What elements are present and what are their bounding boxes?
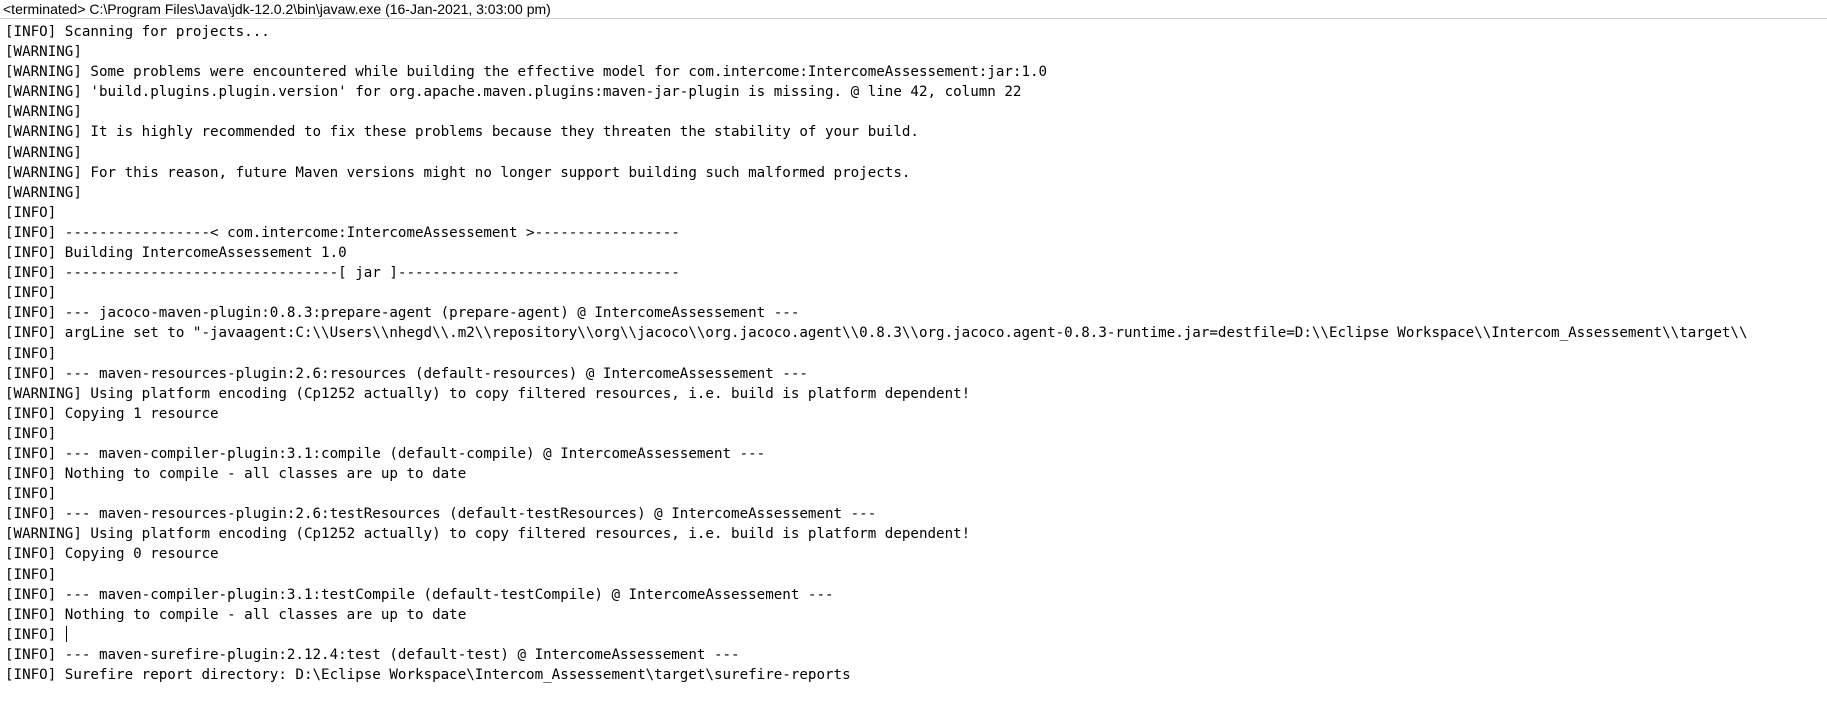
console-line-text: [WARNING] — [5, 184, 82, 201]
console-line: [INFO] Scanning for projects... — [5, 22, 1827, 42]
console-line: [INFO] Surefire report directory: D:\Ecl… — [5, 665, 1827, 685]
console-line-text: [INFO] Nothing to compile - all classes … — [5, 466, 467, 483]
console-line-text: [INFO] Surefire report directory: D:\Ecl… — [5, 667, 851, 683]
console-line-text: [INFO] Building IntercomeAssessement 1.0 — [5, 245, 347, 262]
console-line: [WARNING] — [5, 42, 1827, 62]
console-line-text: [INFO] --- maven-resources-plugin:2.6:te… — [5, 506, 877, 523]
console-line: [INFO] --- maven-compiler-plugin:3.1:com… — [5, 444, 1827, 464]
console-process-label: <terminated> C:\Program Files\Java\jdk-1… — [0, 0, 1827, 19]
console-line-text: [INFO] — [5, 486, 57, 503]
console-line-text: [WARNING] Using platform encoding (Cp125… — [5, 385, 971, 402]
console-line-text: [INFO] — [5, 566, 57, 583]
console-line-text: [WARNING] 'build.plugins.plugin.version'… — [5, 84, 1022, 101]
console-line: [WARNING] — [5, 102, 1827, 122]
console-line-text: [WARNING] — [5, 104, 82, 121]
console-line-text: [INFO] — [5, 204, 57, 221]
console-line: [INFO] -----------------< com.intercome:… — [5, 223, 1827, 243]
console-line-text: [INFO] — [5, 285, 57, 302]
console-line: [INFO] argLine set to "-javaagent:C:\\Us… — [5, 323, 1827, 343]
console-line-text: [INFO] Scanning for projects... — [5, 24, 270, 40]
console-line: [INFO] — [5, 484, 1827, 504]
console-line-text: [INFO] Copying 1 resource — [5, 405, 219, 422]
console-line: [WARNING] 'build.plugins.plugin.version'… — [5, 82, 1827, 102]
console-line: [WARNING] Using platform encoding (Cp125… — [5, 384, 1827, 404]
console-line-text: [INFO] --- maven-compiler-plugin:3.1:com… — [5, 445, 766, 462]
console-line-text: [WARNING] Using platform encoding (Cp125… — [5, 526, 971, 543]
console-line: [INFO] Copying 1 resource — [5, 404, 1827, 424]
console-line-text: ----------------------------------------… — [5, 707, 475, 713]
console-line: [INFO] — [5, 344, 1827, 364]
console-line-text: [INFO] — [5, 345, 57, 362]
console-line: [INFO] — [5, 424, 1827, 444]
console-line-text: [INFO] — [5, 425, 57, 442]
console-view[interactable]: <terminated> C:\Program Files\Java\jdk-1… — [0, 0, 1827, 713]
console-line-text: [WARNING] It is highly recommended to fi… — [5, 124, 919, 141]
console-line: [INFO] Nothing to compile - all classes … — [5, 464, 1827, 484]
console-line-text: [INFO] --- maven-resources-plugin:2.6:re… — [5, 365, 808, 382]
console-line: [INFO] — [5, 203, 1827, 223]
text-cursor — [65, 625, 67, 642]
console-line: [INFO] --- maven-surefire-plugin:2.12.4:… — [5, 645, 1827, 665]
console-line-text: [WARNING] — [5, 144, 82, 161]
console-line-text: [INFO] --------------------------------[… — [5, 265, 680, 282]
console-line: [INFO] --- maven-resources-plugin:2.6:re… — [5, 364, 1827, 384]
console-line: [INFO] — [5, 625, 1827, 645]
console-output[interactable]: [INFO] Scanning for projects... [WARNING]… — [5, 22, 1827, 713]
console-line-text: [INFO] -----------------< com.intercome:… — [5, 224, 680, 241]
console-line-text: [INFO] — [5, 626, 65, 643]
console-line-text: [INFO] --- maven-compiler-plugin:3.1:tes… — [5, 586, 834, 603]
console-line: [INFO] Copying 0 resource — [5, 544, 1827, 564]
console-line: ----------------------------------------… — [5, 705, 1827, 713]
console-line: [INFO] --- maven-resources-plugin:2.6:te… — [5, 504, 1827, 524]
console-line-text: [INFO] Copying 0 resource — [5, 546, 219, 563]
console-line-text: [INFO] --- jacoco-maven-plugin:0.8.3:pre… — [5, 305, 800, 322]
console-line: [INFO] --------------------------------[… — [5, 263, 1827, 283]
console-line: [WARNING] Using platform encoding (Cp125… — [5, 524, 1827, 544]
console-line-text: [WARNING] — [5, 44, 82, 61]
console-line-text: [INFO] Nothing to compile - all classes … — [5, 606, 467, 623]
console-line: [INFO] Nothing to compile - all classes … — [5, 605, 1827, 625]
console-line-text: [INFO] --- maven-surefire-plugin:2.12.4:… — [5, 646, 740, 663]
console-line: [WARNING] Some problems were encountered… — [5, 62, 1827, 82]
console-line-text: [INFO] argLine set to "-javaagent:C:\\Us… — [5, 325, 1748, 342]
console-line-text: [WARNING] For this reason, future Maven … — [5, 164, 911, 181]
console-line: [WARNING] — [5, 183, 1827, 203]
console-line: [WARNING] — [5, 143, 1827, 163]
console-line-text: [WARNING] Some problems were encountered… — [5, 64, 1048, 81]
console-line: [INFO] — [5, 283, 1827, 303]
console-line: [WARNING] It is highly recommended to fi… — [5, 122, 1827, 142]
console-line: [INFO] --- maven-compiler-plugin:3.1:tes… — [5, 585, 1827, 605]
console-line: [INFO] --- jacoco-maven-plugin:0.8.3:pre… — [5, 303, 1827, 323]
console-line: [WARNING] For this reason, future Maven … — [5, 163, 1827, 183]
console-line: [INFO] Building IntercomeAssessement 1.0 — [5, 243, 1827, 263]
console-line: [INFO] — [5, 565, 1827, 585]
